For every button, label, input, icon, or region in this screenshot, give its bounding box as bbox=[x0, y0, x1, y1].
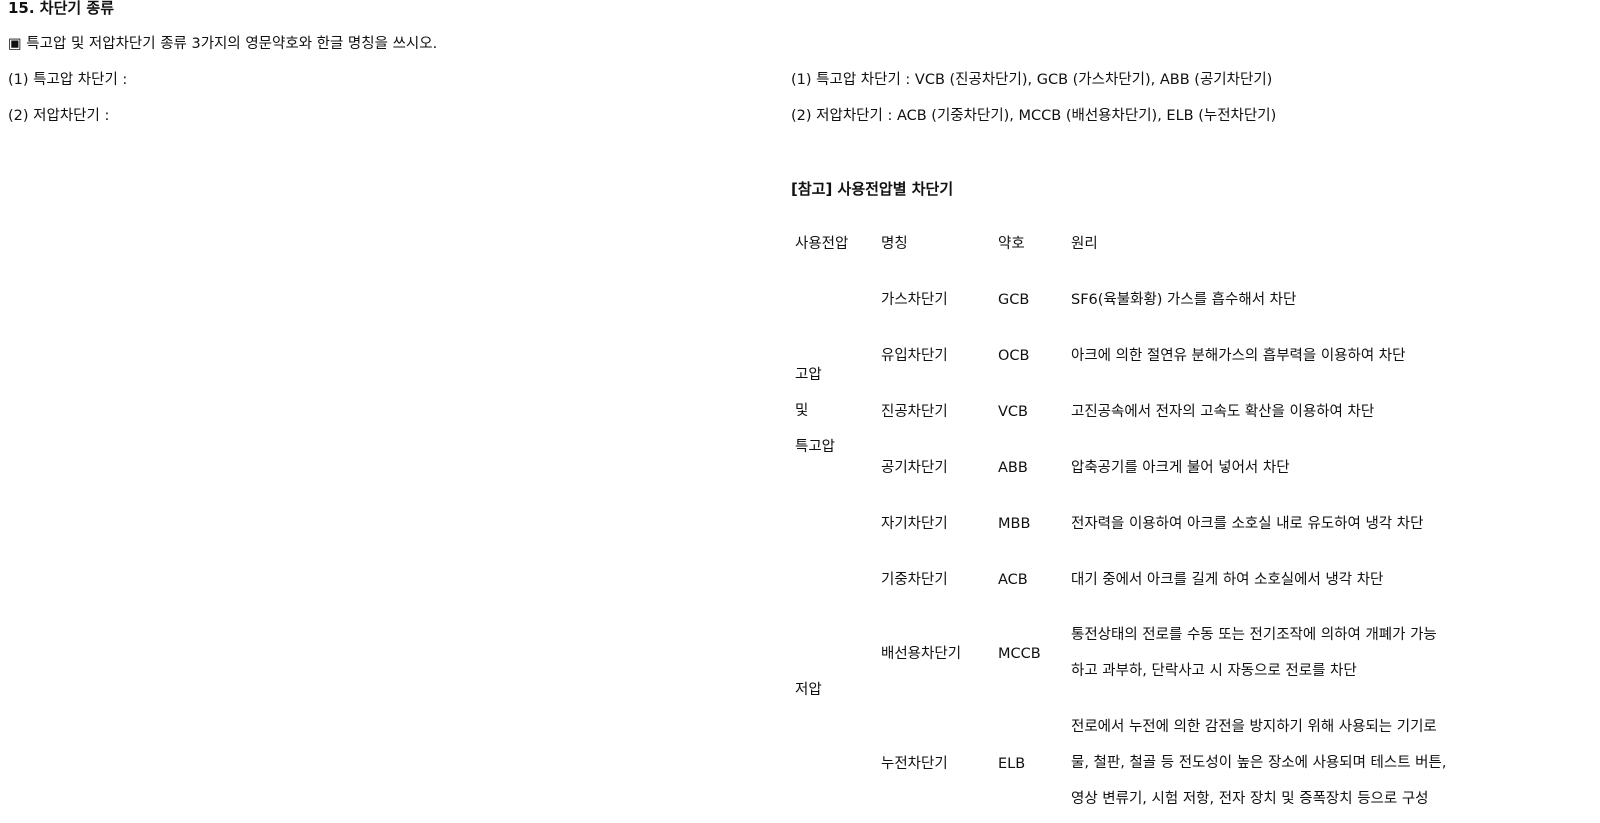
section-title: 15. 차단기 종류 bbox=[8, 0, 115, 17]
row-name: 기중차단기 bbox=[881, 572, 948, 588]
row-abbr: GCB bbox=[998, 292, 1030, 308]
row-abbr: ABB bbox=[998, 460, 1028, 476]
header-principle: 원리 bbox=[1071, 236, 1098, 252]
group-high-voltage-line1: 고압 bbox=[795, 367, 822, 383]
row-principle-line1: 전로에서 누전에 의한 감전을 방지하기 위해 사용되는 기기로 bbox=[1071, 719, 1437, 735]
row-abbr: ELB bbox=[998, 756, 1026, 772]
reference-title: [참고] 사용전압별 차단기 bbox=[791, 180, 954, 198]
row-abbr: VCB bbox=[998, 404, 1028, 420]
row-principle: 아크에 의한 절연유 분해가스의 흡부력을 이용하여 차단 bbox=[1071, 348, 1406, 364]
question-item-1: (1) 특고압 차단기 : bbox=[8, 72, 128, 88]
answer-item-1: (1) 특고압 차단기 : VCB (진공차단기), GCB (가스차단기), … bbox=[791, 72, 1273, 88]
row-name: 가스차단기 bbox=[881, 292, 948, 308]
row-principle: 대기 중에서 아크를 길게 하여 소호실에서 냉각 차단 bbox=[1071, 572, 1384, 588]
answer-item-2: (2) 저압차단기 : ACB (기중차단기), MCCB (배선용차단기), … bbox=[791, 108, 1277, 124]
row-name: 누전차단기 bbox=[881, 756, 948, 772]
row-name: 진공차단기 bbox=[881, 404, 948, 420]
question-item-2: (2) 저압차단기 : bbox=[8, 108, 110, 124]
row-principle-line1: 통전상태의 전로를 수동 또는 전기조작에 의하여 개폐가 가능 bbox=[1071, 627, 1437, 643]
row-principle: 전자력을 이용하여 아크를 소호실 내로 유도하여 냉각 차단 bbox=[1071, 516, 1424, 532]
row-principle-line2: 물, 철판, 철골 등 전도성이 높은 장소에 사용되며 테스트 버튼, bbox=[1071, 755, 1447, 771]
row-name: 공기차단기 bbox=[881, 460, 948, 476]
row-principle-line2: 하고 과부하, 단락사고 시 자동으로 전로를 차단 bbox=[1071, 663, 1357, 679]
row-abbr: MBB bbox=[998, 516, 1031, 532]
header-abbr: 약호 bbox=[998, 236, 1025, 252]
group-high-voltage-line2: 및 bbox=[795, 403, 809, 419]
row-principle: SF6(육불화황) 가스를 흡수해서 차단 bbox=[1071, 292, 1297, 308]
row-abbr: OCB bbox=[998, 348, 1030, 364]
row-name: 배선용차단기 bbox=[881, 646, 962, 662]
row-abbr: ACB bbox=[998, 572, 1028, 588]
row-principle-line3: 영상 변류기, 시험 저항, 전자 장치 및 증폭장치 등으로 구성 bbox=[1071, 791, 1429, 807]
question-text: ▣ 특고압 및 저압차단기 종류 3가지의 영문약호와 한글 명칭을 쓰시오. bbox=[8, 36, 438, 52]
group-high-voltage-line3: 특고압 bbox=[795, 439, 836, 455]
row-name: 유입차단기 bbox=[881, 348, 948, 364]
row-name: 자기차단기 bbox=[881, 516, 948, 532]
group-low-voltage: 저압 bbox=[795, 682, 822, 698]
row-principle: 압축공기를 아크게 불어 넣어서 차단 bbox=[1071, 460, 1290, 476]
header-name: 명칭 bbox=[881, 236, 908, 252]
row-abbr: MCCB bbox=[998, 646, 1041, 662]
row-principle: 고진공속에서 전자의 고속도 확산을 이용하여 차단 bbox=[1071, 404, 1375, 420]
header-voltage: 사용전압 bbox=[795, 236, 849, 252]
